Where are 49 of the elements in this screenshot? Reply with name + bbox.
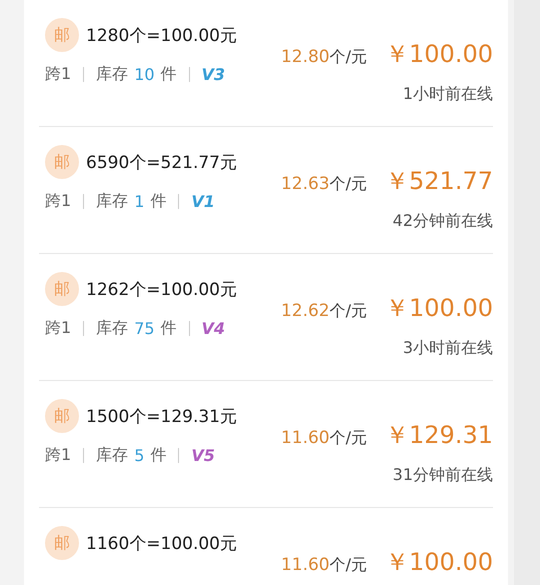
rate-value: 12.63 (280, 174, 330, 194)
rate-unit: 个/元 (330, 301, 368, 322)
cross-label: 跨1 (45, 64, 72, 85)
price: ￥100.00 (385, 293, 493, 324)
mail-badge: 邮 (45, 145, 79, 179)
mail-badge: 邮 (45, 272, 79, 306)
cross-label: 跨1 (45, 318, 72, 339)
mail-badge: 邮 (45, 18, 79, 52)
stock-unit: 件 (160, 318, 177, 339)
stock-label: 库存 (96, 318, 128, 339)
stock-count: 5 (134, 446, 144, 465)
rate-unit: 个/元 (330, 174, 368, 195)
stock-count: 75 (134, 319, 155, 338)
online-status: 3小时前在线 (402, 338, 493, 359)
rate-unit: 个/元 (330, 428, 368, 449)
stock-unit: 件 (150, 445, 166, 466)
stock-label: 库存 (96, 191, 128, 212)
tier-label: V3 (202, 65, 226, 84)
online-status: 42分钟前在线 (392, 211, 493, 232)
online-status: 31分钟前在线 (392, 465, 493, 486)
tier-label: V4 (202, 319, 226, 338)
price: ￥100.00 (385, 39, 493, 70)
listing-title[interactable]: 1280个=100.00元 (86, 24, 237, 46)
tier-label: V5 (191, 446, 215, 465)
price: ￥100.00 (385, 547, 493, 578)
tier-label: V1 (191, 192, 215, 211)
price: ￥521.77 (385, 166, 493, 197)
listing-title[interactable]: 1160个=100.00元 (86, 532, 237, 554)
rate-value: 11.60 (280, 555, 330, 575)
stock-count: 10 (134, 65, 155, 84)
rate-value: 12.80 (280, 47, 330, 67)
cross-label: 跨1 (45, 191, 72, 212)
rate-unit: 个/元 (330, 555, 368, 576)
online-status: 1小时前在线 (402, 84, 493, 105)
mail-badge: 邮 (45, 399, 79, 433)
stock-unit: 件 (150, 191, 166, 212)
stock-unit: 件 (160, 64, 177, 85)
price: ￥129.31 (385, 420, 493, 451)
listing-title[interactable]: 6590个=521.77元 (86, 150, 237, 174)
cross-label: 跨1 (45, 445, 72, 466)
rate-value: 12.62 (280, 301, 330, 321)
stock-label: 库存 (96, 64, 128, 85)
listing-title[interactable]: 1262个=100.00元 (86, 278, 237, 300)
stock-label: 库存 (96, 445, 128, 466)
stock-count: 1 (134, 192, 144, 211)
rate-value: 11.60 (280, 428, 330, 448)
listing-title[interactable]: 1500个=129.31元 (86, 404, 237, 428)
rate-unit: 个/元 (330, 47, 368, 68)
mail-badge: 邮 (45, 526, 79, 560)
